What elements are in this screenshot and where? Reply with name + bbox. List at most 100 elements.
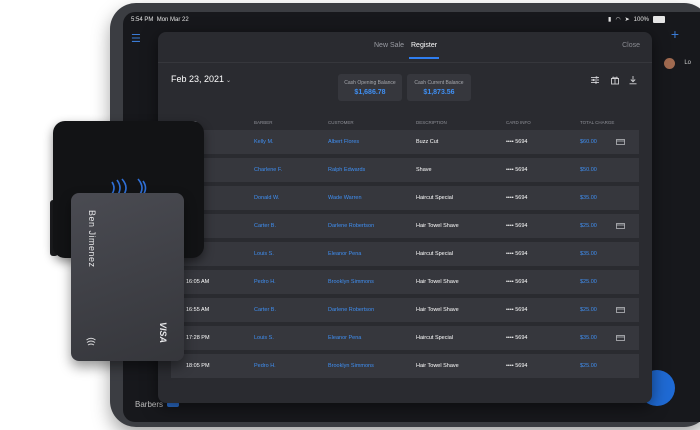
download-icon[interactable] [628,75,638,85]
row-card-info: •••• 5694 [506,363,528,369]
sliders-icon[interactable] [590,75,600,85]
row-card-info: •••• 5694 [506,335,528,341]
row-total-charge: $25.00 [580,363,597,369]
barbers-badge [167,402,180,408]
table-row[interactable]: 16:05 AM Pedro H. Brooklyn Simmons Hair … [171,270,639,294]
row-barber-link[interactable]: Kelly M. [254,139,274,145]
tab-new-sale[interactable]: New Sale [374,42,404,49]
table-row[interactable]: 18:05 PM Pedro H. Brooklyn Simmons Hair … [171,354,639,378]
row-description: Haircut Special [416,335,453,341]
cash-opening-balance-label: Cash Opening Balance [344,80,396,86]
row-total-charge: $35.00 [580,335,597,341]
cash-current-balance-label: Cash Current Balance [414,80,464,86]
row-barber-link[interactable]: Louis S. [254,335,274,341]
row-total-charge: $25.00 [580,307,597,313]
table-row[interactable]: M Donald W. Wade Warren Haircut Special … [171,186,639,210]
close-button[interactable]: Close [622,42,640,49]
row-customer-link[interactable]: Brooklyn Simmons [328,279,374,285]
battery-icon [653,16,665,23]
row-total-charge: $35.00 [580,195,597,201]
row-card-info: •••• 5694 [506,139,528,145]
cash-opening-balance-card: Cash Opening Balance $1,686.78 [338,74,402,101]
battery-percent: 100% [633,16,649,23]
row-barber-link[interactable]: Charlene F. [254,167,282,173]
row-customer-link[interactable]: Darlene Robertson [328,223,374,229]
row-customer-link[interactable]: Eleanor Pena [328,335,361,341]
table-row[interactable]: M Carter B. Darlene Robertson Hair Towel… [171,214,639,238]
table-header: TIME BARBER CUSTOMER DESCRIPTION CARD IN… [186,120,646,128]
avatar-label: Lo [684,60,691,66]
tab-register[interactable]: Register [408,42,440,59]
row-customer-link[interactable]: Albert Flores [328,139,359,145]
row-description: Haircut Special [416,195,453,201]
card-icon[interactable] [616,223,625,229]
card-holder-name: Ben Jimenez [87,210,97,268]
row-customer-link[interactable]: Eleanor Pena [328,251,361,257]
column-header-customer: CUSTOMER [328,120,354,125]
column-header-description: DESCRIPTION [416,120,447,125]
row-card-info: •••• 5694 [506,279,528,285]
row-description: Shave [416,167,432,173]
row-time: 16:55 AM [186,307,210,313]
card-icon[interactable] [616,307,625,313]
location-icon: ➤ [624,17,630,23]
row-description: Hair Towel Shave [416,307,459,313]
status-bar: 5:54 PM Mon Mar 22 ▮ ◠ ➤ 100% [123,12,700,28]
row-total-charge: $60.00 [580,139,597,145]
row-description: Haircut Special [416,251,453,257]
gift-icon[interactable] [610,75,620,85]
row-description: Hair Towel Shave [416,279,459,285]
card-icon[interactable] [616,335,625,341]
table-row[interactable]: M Kelly M. Albert Flores Buzz Cut •••• 5… [171,130,639,154]
cash-current-balance-card: Cash Current Balance $1,873.56 [407,74,471,101]
row-time: 18:05 PM [186,363,210,369]
cash-current-balance-value: $1,873.56 [423,89,455,96]
add-icon[interactable]: + [671,26,679,42]
row-customer-link[interactable]: Wade Warren [328,195,362,201]
row-barber-link[interactable]: Pedro H. [254,363,276,369]
chevron-down-icon: ⌄ [226,78,232,84]
column-header-total-charge: TOTAL CHARGE [580,120,615,125]
row-customer-link[interactable]: Brooklyn Simmons [328,363,374,369]
modal-header: New Sale Register Close [158,32,652,63]
row-customer-link[interactable]: Ralph Edwards [328,167,365,173]
table-row[interactable]: M Charlene F. Ralph Edwards Shave •••• 5… [171,158,639,182]
column-header-barber: BARBER [254,120,273,125]
date-picker[interactable]: Feb 23, 2021 ⌄ [171,74,231,84]
wifi-icon: ◠ [615,17,621,23]
visa-logo: VISA [158,322,168,344]
row-card-info: •••• 5694 [506,251,528,257]
contactless-icon [86,337,96,346]
row-card-info: •••• 5694 [506,167,528,173]
row-customer-link[interactable]: Darlene Robertson [328,307,374,313]
row-barber-link[interactable]: Louis S. [254,251,274,257]
cellular-icon: ▮ [608,17,612,23]
table-row[interactable]: 16:55 AM Carter B. Darlene Robertson Hai… [171,298,639,322]
register-modal: New Sale Register Close Feb 23, 2021 ⌄ Ca… [158,32,652,403]
row-card-info: •••• 5694 [506,307,528,313]
row-total-charge: $25.00 [580,279,597,285]
row-card-info: •••• 5694 [506,223,528,229]
row-description: Buzz Cut [416,139,439,145]
transactions-table: M Kelly M. Albert Flores Buzz Cut •••• 5… [171,130,639,382]
row-time: 17:28 PM [186,335,210,341]
table-row[interactable]: 17:28 PM Louis S. Eleanor Pena Haircut S… [171,326,639,350]
row-card-info: •••• 5694 [506,195,528,201]
row-description: Hair Towel Shave [416,223,459,229]
status-indicators: ▮ ◠ ➤ 100% [608,16,665,23]
row-total-charge: $50.00 [580,167,597,173]
column-header-card-info: CARD INFO [506,120,531,125]
avatar[interactable] [664,58,675,69]
card-icon[interactable] [616,139,625,145]
cash-opening-balance-value: $1,686.78 [354,89,386,96]
row-barber-link[interactable]: Donald W. [254,195,279,201]
row-barber-link[interactable]: Carter B. [254,307,276,313]
row-total-charge: $25.00 [580,223,597,229]
row-description: Hair Towel Shave [416,363,459,369]
row-barber-link[interactable]: Pedro H. [254,279,276,285]
menu-icon[interactable]: ☰ [131,32,141,45]
table-row[interactable]: PM Louis S. Eleanor Pena Haircut Special… [171,242,639,266]
row-barber-link[interactable]: Carter B. [254,223,276,229]
row-time: 16:05 AM [186,279,210,285]
status-time-date: 5:54 PM Mon Mar 22 [131,17,189,23]
